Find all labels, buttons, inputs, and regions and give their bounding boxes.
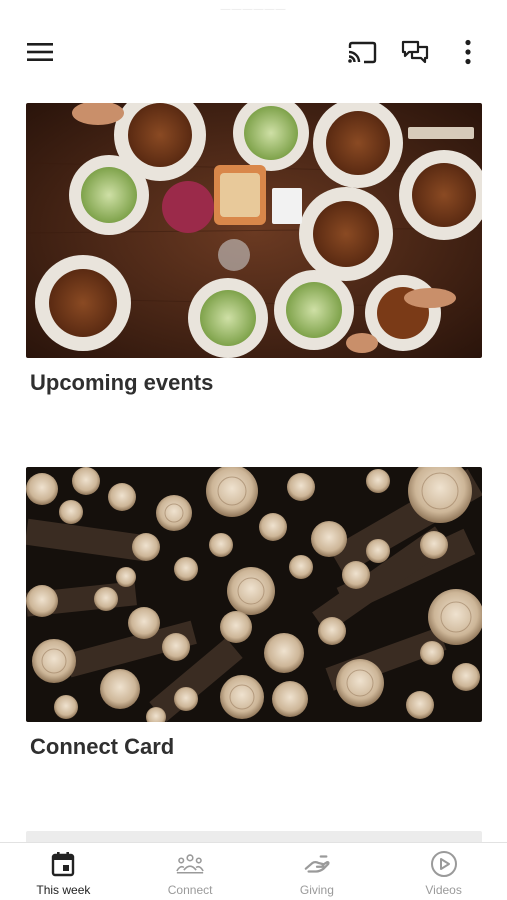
nav-tab-videos[interactable]: Videos bbox=[380, 843, 507, 900]
event-card-upcoming-events[interactable]: Upcoming events bbox=[26, 103, 482, 396]
nav-label: This week bbox=[36, 883, 91, 897]
bottom-navigation: This week Connect Giving Videos bbox=[0, 842, 507, 900]
calendar-icon bbox=[49, 850, 77, 878]
nav-tab-giving[interactable]: Giving bbox=[254, 843, 381, 900]
top-app-bar: —————— bbox=[0, 0, 507, 100]
giving-hand-icon bbox=[303, 850, 331, 878]
group-icon bbox=[176, 850, 204, 878]
chat-icon bbox=[401, 40, 429, 64]
hamburger-menu-icon bbox=[27, 43, 53, 61]
menu-button[interactable] bbox=[20, 36, 60, 68]
play-circle-icon bbox=[430, 850, 458, 878]
chat-button[interactable] bbox=[395, 34, 435, 70]
cast-button[interactable] bbox=[340, 34, 384, 70]
dinner-table-photo bbox=[26, 103, 482, 358]
card-title: Connect Card bbox=[30, 734, 175, 759]
cast-icon bbox=[348, 41, 377, 64]
nav-tab-connect[interactable]: Connect bbox=[127, 843, 254, 900]
event-card-connect-card[interactable]: Connect Card bbox=[26, 467, 482, 760]
more-vertical-icon bbox=[465, 39, 471, 65]
status-bar-hint: —————— bbox=[220, 4, 287, 15]
card-title: Upcoming events bbox=[30, 370, 214, 395]
nav-tab-this-week[interactable]: This week bbox=[0, 843, 127, 900]
nav-label: Connect bbox=[167, 883, 213, 897]
nav-label: Giving bbox=[299, 883, 334, 897]
app-screen: —————— Upcoming events Connect Card This… bbox=[0, 0, 507, 900]
cut-logs-photo bbox=[26, 467, 482, 722]
nav-label: Videos bbox=[425, 883, 462, 897]
more-options-button[interactable] bbox=[452, 34, 484, 70]
